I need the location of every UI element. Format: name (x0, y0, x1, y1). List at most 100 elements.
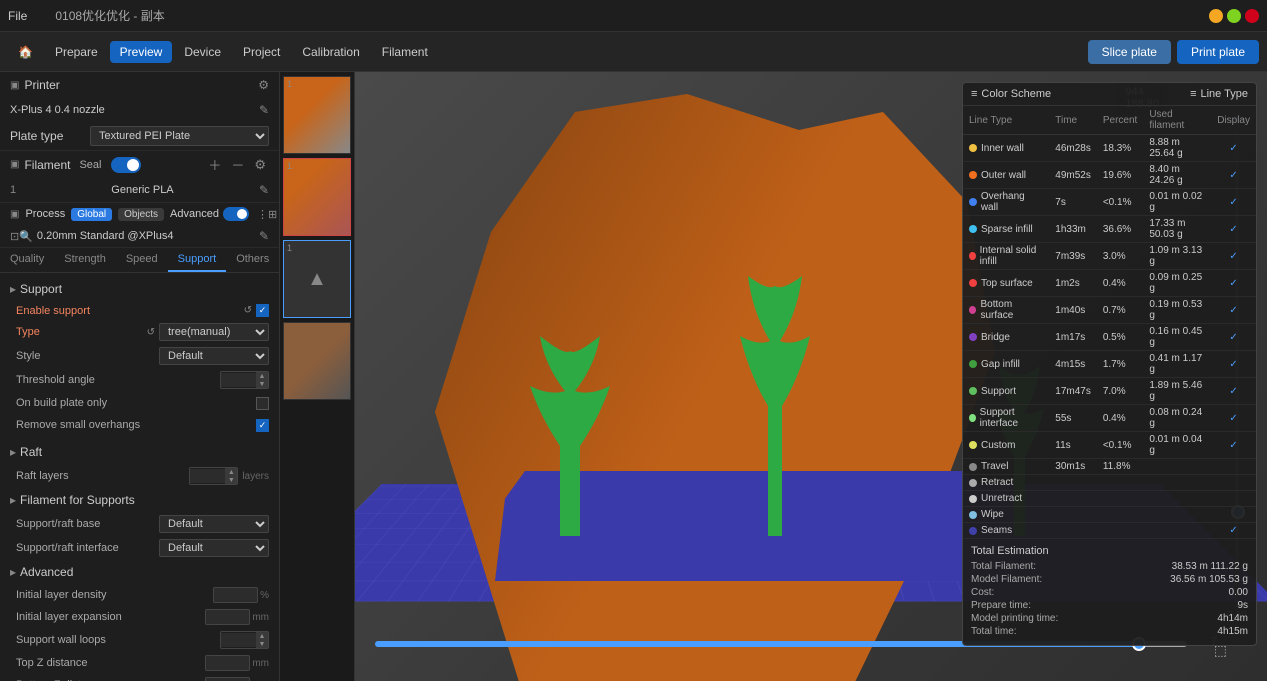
filament-header: ▣ Filament Seal ＋ － ⚙ (0, 151, 279, 178)
color-cell-display-16[interactable]: ✓ (1211, 523, 1256, 539)
edit-preset-icon[interactable]: ✎ (259, 229, 269, 243)
color-cell-filament-3: 17.33 m 50.03 g (1143, 216, 1211, 243)
raft-section: ▸ Raft Raft layers 0 ▲ ▼ layers (0, 440, 279, 488)
color-table-row-6: Bottom surface 1m40s 0.7% 0.19 m 0.53 g … (963, 297, 1256, 324)
initial-expansion-input[interactable]: 2 (205, 609, 250, 625)
color-cell-display-1[interactable]: ✓ (1211, 162, 1256, 189)
color-cell-name-9: Support (963, 378, 1049, 405)
file-menu[interactable]: File (8, 9, 27, 23)
wall-loops-up[interactable]: ▲ (256, 632, 268, 640)
scene: 944 188.80 + 1 0.20 7 ⬚ (355, 72, 1267, 681)
print-button[interactable]: Print plate (1177, 40, 1259, 64)
wall-loops-down[interactable]: ▼ (256, 640, 268, 648)
raft-layers-up[interactable]: ▲ (225, 468, 237, 476)
home-button[interactable]: 🏠 (8, 41, 43, 63)
filament-settings-icon[interactable]: ⚙ (251, 155, 269, 174)
threshold-input[interactable]: 30 (221, 373, 256, 387)
support-base-dropdown[interactable]: Default (159, 515, 269, 533)
support-interface-dropdown[interactable]: Default (159, 539, 269, 557)
type-dropdown[interactable]: tree(manual) (159, 323, 269, 341)
raft-layers-unit: layers (242, 471, 269, 482)
color-cell-display-13[interactable] (1211, 475, 1256, 491)
maximize-button[interactable] (1227, 9, 1241, 23)
thumbnail-strip: 1 1 1 ▲ (280, 72, 355, 681)
tab-quality[interactable]: Quality (0, 248, 54, 272)
printer-settings-icon[interactable]: ⚙ (258, 78, 269, 92)
remove-filament-button[interactable]: － (228, 155, 247, 174)
support-interface-label: Support/raft interface (16, 542, 159, 554)
color-cell-display-14[interactable] (1211, 491, 1256, 507)
color-cell-time-5: 1m2s (1049, 270, 1097, 297)
tab-global[interactable]: Global (71, 208, 112, 221)
threshold-spinner[interactable]: 30 ▲ ▼ (220, 371, 269, 389)
tab-support[interactable]: Support (168, 248, 227, 272)
color-cell-display-3[interactable]: ✓ (1211, 216, 1256, 243)
close-button[interactable] (1245, 9, 1259, 23)
filament-tab[interactable]: Filament (372, 41, 438, 63)
process-actions-icon[interactable]: ⋮⊞ (257, 208, 277, 221)
device-tab[interactable]: Device (174, 41, 231, 63)
threshold-down[interactable]: ▼ (256, 380, 268, 388)
printer-header[interactable]: ▣ Printer ⚙ (0, 72, 279, 98)
advanced-toggle-switch[interactable] (223, 207, 249, 221)
color-cell-display-0[interactable]: ✓ (1211, 135, 1256, 162)
threshold-up[interactable]: ▲ (256, 372, 268, 380)
thumb-item-1[interactable]: 1 (283, 76, 351, 154)
edit-printer-icon[interactable]: ✎ (259, 103, 269, 117)
fil-support-icon: ▸ (10, 493, 16, 507)
color-cell-display-15[interactable] (1211, 507, 1256, 523)
color-cell-display-12[interactable] (1211, 459, 1256, 475)
on-build-plate-label: On build plate only (16, 397, 256, 409)
enable-support-checkbox[interactable] (256, 304, 269, 317)
color-cell-name-13: Retract (963, 475, 1049, 491)
seal-toggle[interactable] (111, 157, 141, 173)
tab-strength[interactable]: Strength (54, 248, 116, 272)
add-filament-button[interactable]: ＋ (205, 155, 224, 174)
line-type-icon: ≡ (1190, 88, 1196, 100)
color-cell-display-6[interactable]: ✓ (1211, 297, 1256, 324)
on-build-plate-checkbox[interactable] (256, 397, 269, 410)
raft-layers-down[interactable]: ▼ (225, 476, 237, 484)
edit-filament-icon[interactable]: ✎ (259, 183, 269, 197)
fil-support-title: Filament for Supports (20, 493, 135, 507)
top-z-input[interactable]: 0.2 (205, 655, 250, 671)
filament-name: Generic PLA (111, 184, 173, 196)
color-cell-display-11[interactable]: ✓ (1211, 432, 1256, 459)
color-cell-display-2[interactable]: ✓ (1211, 189, 1256, 216)
support-section-header: ▸ Support (0, 277, 279, 301)
color-cell-display-10[interactable]: ✓ (1211, 405, 1256, 432)
minimize-button[interactable] (1209, 9, 1223, 23)
raft-layers-input[interactable]: 0 (190, 469, 225, 483)
color-cell-percent-5: 0.4% (1097, 270, 1143, 297)
bottom-z-input[interactable]: 0.2 (205, 677, 250, 681)
tab-others[interactable]: Others (226, 248, 279, 272)
raft-layers-spinner[interactable]: 0 ▲ ▼ (189, 467, 238, 485)
prepare-tab[interactable]: Prepare (45, 41, 108, 63)
calibration-tab[interactable]: Calibration (292, 41, 369, 63)
color-cell-display-5[interactable]: ✓ (1211, 270, 1256, 297)
project-tab[interactable]: Project (233, 41, 290, 63)
model-print-label: Model printing time: (971, 613, 1058, 624)
thumb-item-2[interactable]: 1 (283, 158, 351, 236)
advanced-title: Advanced (20, 565, 73, 579)
thumb-item-3[interactable]: 1 ▲ (283, 240, 351, 318)
style-dropdown[interactable]: Default (159, 347, 269, 365)
tab-speed[interactable]: Speed (116, 248, 168, 272)
raft-layers-row: Raft layers 0 ▲ ▼ layers (0, 464, 279, 488)
top-menu-bar: File 0108优化优化 - 副本 (0, 0, 1267, 32)
color-cell-display-9[interactable]: ✓ (1211, 378, 1256, 405)
color-cell-display-4[interactable]: ✓ (1211, 243, 1256, 270)
tab-objects[interactable]: Objects (118, 208, 164, 221)
color-cell-display-7[interactable]: ✓ (1211, 324, 1256, 351)
initial-density-input[interactable]: 90 (213, 587, 258, 603)
plate-type-row: Plate type Textured PEI Plate (0, 122, 279, 150)
wall-loops-spinner[interactable]: 0 ▲ ▼ (220, 631, 269, 649)
slice-button[interactable]: Slice plate (1088, 40, 1171, 64)
thumb-item-4[interactable] (283, 322, 351, 400)
preview-tab[interactable]: Preview (110, 41, 173, 63)
advanced-header: ▸ Advanced (0, 560, 279, 584)
color-cell-display-8[interactable]: ✓ (1211, 351, 1256, 378)
remove-overhangs-checkbox[interactable] (256, 419, 269, 432)
wall-loops-input[interactable]: 0 (221, 633, 256, 647)
plate-type-dropdown[interactable]: Textured PEI Plate (90, 126, 269, 146)
